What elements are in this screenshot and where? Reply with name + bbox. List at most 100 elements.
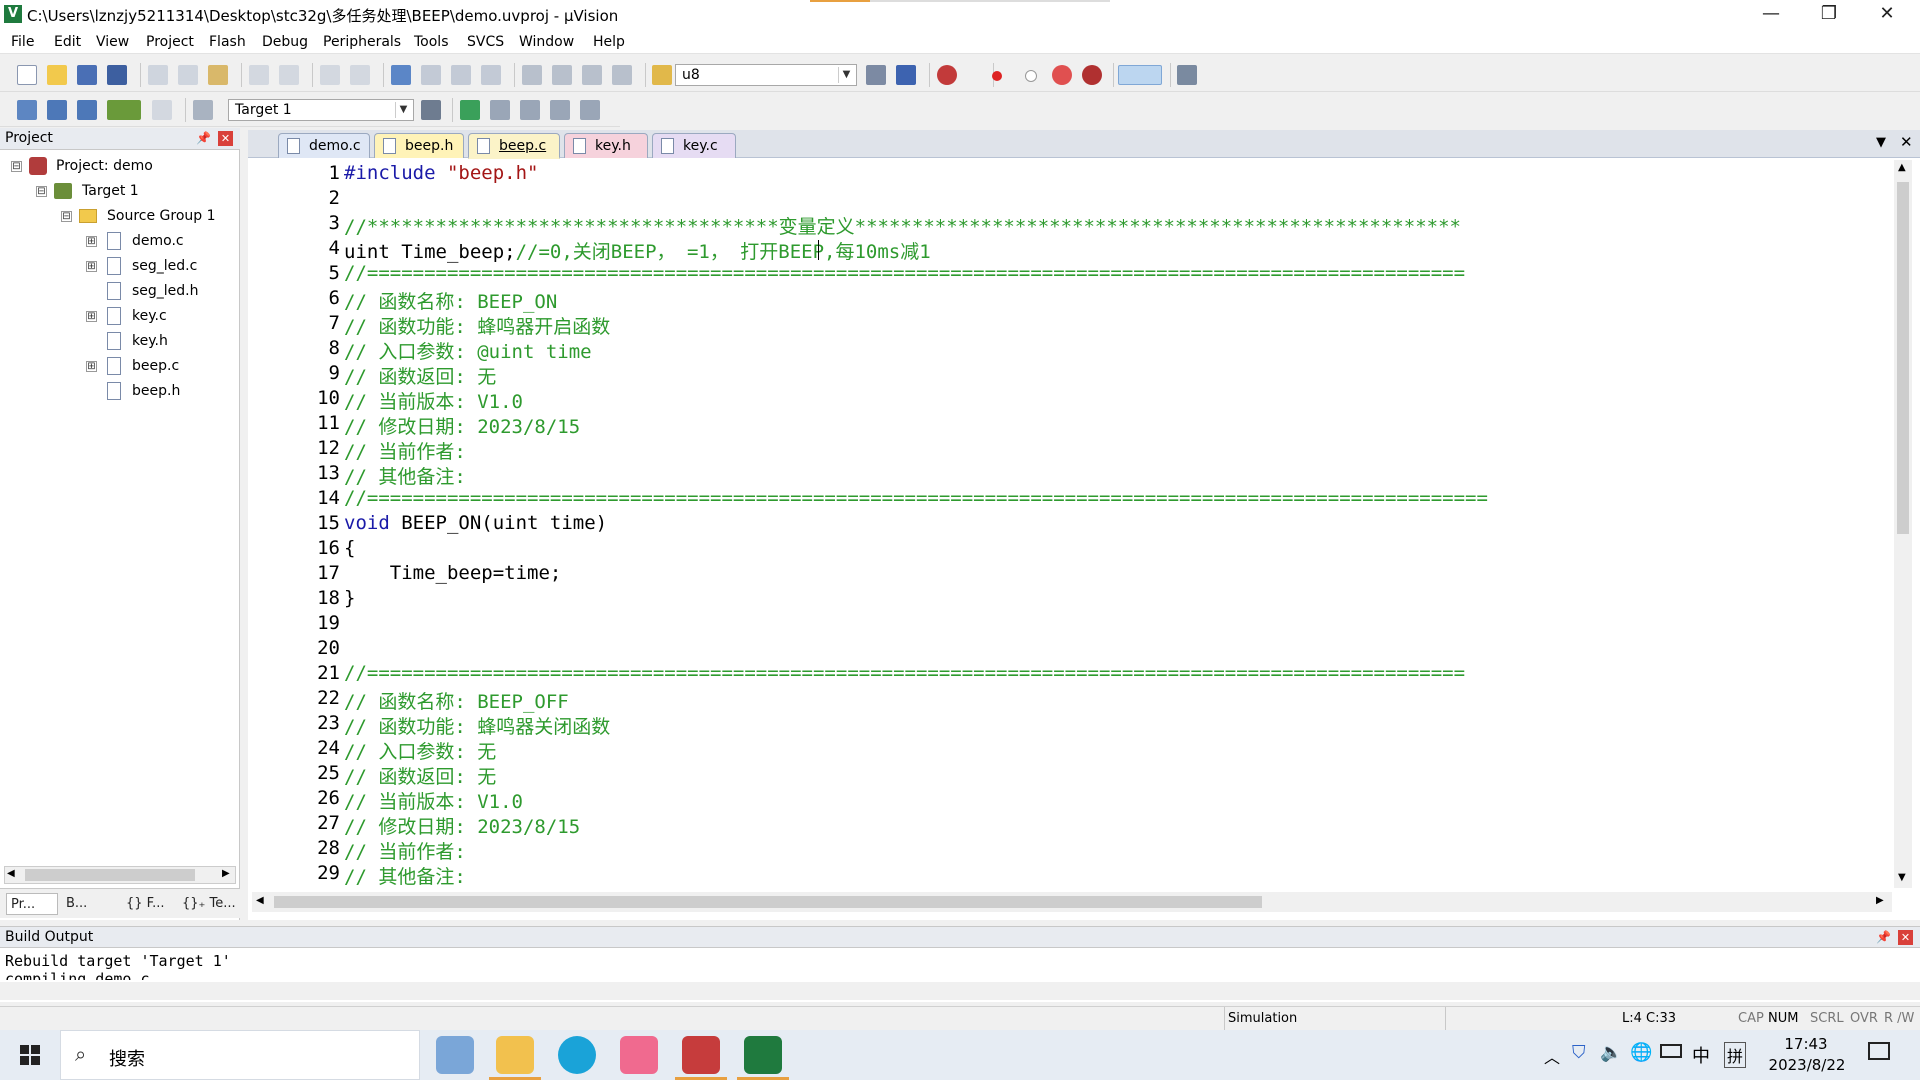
tree-item-file[interactable]: ⊞ beep.c — [0, 354, 240, 378]
editor-tab-key-c[interactable]: key.c — [652, 133, 736, 158]
navigate-forward-icon[interactable] — [350, 65, 370, 85]
volume-icon[interactable]: 🔈 — [1600, 1042, 1622, 1063]
pin-icon[interactable]: 📌 — [196, 128, 211, 149]
task-view-icon[interactable] — [436, 1036, 474, 1074]
tab-templates[interactable]: {}₊ Te... — [178, 893, 238, 915]
code-text-area[interactable]: #include "beep.h" //********************… — [344, 160, 1892, 888]
security-shield-icon[interactable]: ⛉ — [1572, 1042, 1586, 1063]
insert-breakpoint-icon[interactable] — [992, 71, 1002, 81]
menu-debug[interactable]: Debug — [262, 34, 308, 50]
pack-installer-icon[interactable] — [580, 100, 600, 120]
bilibili-icon[interactable] — [620, 1036, 658, 1074]
tree-expander-icon[interactable]: ⊟ — [61, 211, 72, 222]
run-time-env-icon[interactable] — [520, 100, 540, 120]
clock-time[interactable]: 17:43 — [1772, 1035, 1840, 1053]
copy-icon[interactable] — [178, 65, 198, 85]
indent-icon[interactable] — [522, 65, 542, 85]
tree-expander-icon[interactable]: ⊞ — [86, 236, 97, 247]
prev-bookmark-icon[interactable] — [421, 65, 441, 85]
scroll-right-icon[interactable]: ▶ — [1876, 895, 1884, 906]
menu-svcs[interactable]: SVCS — [467, 34, 504, 50]
scroll-down-icon[interactable]: ▼ — [1898, 872, 1906, 883]
build-icon[interactable] — [47, 100, 67, 120]
manage-components-icon[interactable] — [460, 100, 480, 120]
ime-mode[interactable]: 中 — [1692, 1042, 1710, 1068]
rebuild-icon[interactable] — [77, 100, 97, 120]
tree-expander-icon[interactable]: ⊞ — [86, 361, 97, 372]
bookmark-icon[interactable] — [391, 65, 411, 85]
network-globe-icon[interactable]: 🌐 — [1630, 1042, 1652, 1063]
tree-expander-icon[interactable]: ⊞ — [86, 311, 97, 322]
build-output-pane[interactable]: Rebuild target 'Target 1' compiling demo… — [0, 948, 1920, 1002]
scroll-thumb[interactable] — [1897, 182, 1909, 534]
open-file-icon[interactable] — [47, 65, 67, 85]
translate-icon[interactable] — [17, 100, 37, 120]
editor-horizontal-scrollbar[interactable]: ◀ ▶ — [252, 892, 1892, 912]
clear-bookmarks-icon[interactable] — [481, 65, 501, 85]
target-options-icon[interactable] — [421, 100, 441, 120]
find-combo[interactable]: u8 ▼ — [675, 64, 857, 86]
tree-item-file[interactable]: seg_led.h — [0, 279, 240, 303]
download-icon[interactable] — [193, 100, 213, 120]
editor-tab-demo-c[interactable]: demo.c — [278, 133, 370, 158]
scroll-thumb[interactable] — [25, 869, 195, 881]
maximize-button[interactable]: ❐ — [1800, 0, 1858, 30]
batch-build-icon[interactable] — [107, 100, 141, 120]
menu-help[interactable]: Help — [593, 34, 625, 50]
editor-vertical-scrollbar[interactable]: ▲ ▼ — [1894, 160, 1912, 888]
serial-tool-icon[interactable] — [682, 1036, 720, 1074]
editor-tab-key-h[interactable]: key.h — [564, 133, 648, 158]
minimize-button[interactable]: — — [1742, 0, 1800, 30]
tree-item-file[interactable]: ⊞ seg_led.c — [0, 254, 240, 278]
tree-item-file[interactable]: beep.h — [0, 379, 240, 403]
window-layout-icon[interactable] — [1118, 65, 1162, 85]
tree-expander-icon[interactable]: ⊟ — [36, 186, 47, 197]
target-select[interactable]: Target 1 ▼ — [228, 99, 414, 121]
menu-flash[interactable]: Flash — [209, 34, 246, 50]
tree-item-file[interactable]: key.h — [0, 329, 240, 353]
taskbar-search-box[interactable]: ⌕ 搜索 — [60, 1030, 420, 1080]
enable-breakpoint-icon[interactable] — [1025, 70, 1037, 82]
chevron-down-icon[interactable]: ▼ — [395, 102, 411, 118]
edge-browser-icon[interactable] — [558, 1036, 596, 1074]
find-icon[interactable] — [866, 65, 886, 85]
tree-item-file[interactable]: ⊞ demo.c — [0, 229, 240, 253]
incremental-find-icon[interactable] — [896, 65, 916, 85]
next-bookmark-icon[interactable] — [451, 65, 471, 85]
close-button[interactable]: ✕ — [1858, 0, 1916, 30]
build-output-scrollbar[interactable] — [0, 982, 1920, 1000]
tree-item-project[interactable]: ⊟ Project: demo — [0, 154, 240, 178]
tab-list-chevron-icon[interactable]: ▼ — [1876, 135, 1886, 150]
scroll-up-icon[interactable]: ▲ — [1898, 162, 1906, 173]
configure-wrench-icon[interactable] — [1177, 65, 1197, 85]
pin-icon[interactable]: 📌 — [1876, 927, 1891, 948]
scroll-left-icon[interactable]: ◀ — [256, 895, 264, 906]
undo-icon[interactable] — [249, 65, 269, 85]
close-icon[interactable]: ✕ — [218, 131, 233, 146]
menu-window[interactable]: Window — [519, 34, 574, 50]
tree-item-file[interactable]: ⊞ key.c — [0, 304, 240, 328]
windows-start-icon[interactable] — [20, 1045, 40, 1065]
comment-icon[interactable] — [582, 65, 602, 85]
menu-file[interactable]: File — [11, 34, 34, 50]
kill-breakpoints-icon[interactable] — [1082, 65, 1102, 85]
close-icon[interactable]: ✕ — [1898, 930, 1913, 945]
menu-tools[interactable]: Tools — [414, 34, 449, 50]
tab-functions[interactable]: {} F... — [122, 893, 174, 915]
menu-edit[interactable]: Edit — [54, 34, 81, 50]
tree-item-target[interactable]: ⊟ Target 1 — [0, 179, 240, 203]
tree-expander-icon[interactable]: ⊟ — [11, 161, 22, 172]
save-icon[interactable] — [77, 65, 97, 85]
unindent-icon[interactable] — [552, 65, 572, 85]
clock-date[interactable]: 2023/8/22 — [1764, 1056, 1850, 1074]
tray-chevron-up-icon[interactable]: ︿ — [1544, 1044, 1560, 1068]
close-editor-icon[interactable]: ✕ — [1900, 133, 1913, 151]
uncomment-icon[interactable] — [612, 65, 632, 85]
debug-session-icon[interactable] — [937, 65, 957, 85]
tree-expander-icon[interactable]: ⊞ — [86, 261, 97, 272]
save-all-icon[interactable] — [107, 65, 127, 85]
cut-icon[interactable] — [148, 65, 168, 85]
select-pack-icon[interactable] — [550, 100, 570, 120]
file-extensions-icon[interactable] — [490, 100, 510, 120]
notification-icon[interactable] — [1868, 1042, 1890, 1060]
